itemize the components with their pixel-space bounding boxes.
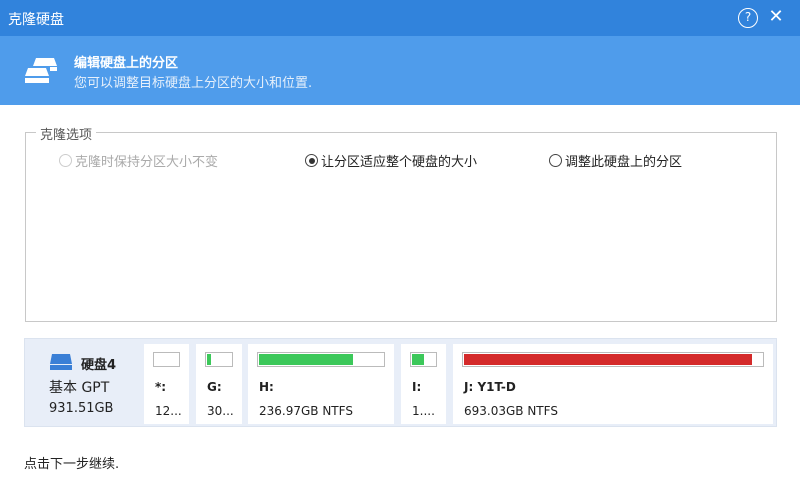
partition-size: 236.97GB NTFS bbox=[259, 404, 353, 418]
partition-size: 1.... bbox=[412, 404, 435, 418]
radio-circle bbox=[59, 154, 72, 167]
radio-adjust-partitions[interactable]: 调整此硬盘上的分区 bbox=[549, 151, 682, 170]
radio-label: 调整此硬盘上的分区 bbox=[565, 155, 683, 170]
footer-hint: 点击下一步继续. bbox=[24, 457, 120, 472]
usage-bar bbox=[205, 352, 233, 367]
partition-size: 30... bbox=[207, 404, 234, 418]
partition-label: G: bbox=[207, 380, 222, 394]
partition-g[interactable]: G: 30... bbox=[196, 344, 242, 424]
radio-circle bbox=[305, 154, 318, 167]
partition-size: 693.03GB NTFS bbox=[464, 404, 558, 418]
partition-star[interactable]: *: 12... bbox=[144, 344, 189, 424]
disks-icon bbox=[25, 58, 57, 83]
partition-i[interactable]: I: 1.... bbox=[401, 344, 446, 424]
radio-fit-disk[interactable]: 让分区适应整个硬盘的大小 bbox=[305, 151, 477, 170]
window-title: 克隆硬盘 bbox=[8, 12, 64, 28]
usage-fill bbox=[464, 354, 752, 365]
partition-j[interactable]: J: Y1T-D 693.03GB NTFS bbox=[453, 344, 773, 424]
header-band: 编辑硬盘上的分区 您可以调整目标硬盘上分区的大小和位置. bbox=[0, 36, 800, 105]
disk-type: 基本 GPT bbox=[49, 380, 110, 396]
disk-size: 931.51GB bbox=[49, 401, 114, 416]
usage-bar bbox=[462, 352, 764, 367]
partition-h[interactable]: H: 236.97GB NTFS bbox=[248, 344, 394, 424]
radio-keep-size[interactable]: 克隆时保持分区大小不变 bbox=[59, 151, 218, 170]
partition-label: *: bbox=[155, 380, 167, 394]
group-legend: 克隆选项 bbox=[36, 124, 97, 143]
disk-info[interactable]: 硬盘4 基本 GPT 931.51GB bbox=[25, 339, 142, 426]
partition-label: I: bbox=[412, 380, 422, 394]
close-button[interactable]: ✕ bbox=[766, 8, 786, 28]
usage-bar bbox=[410, 352, 437, 367]
header-title: 编辑硬盘上的分区 bbox=[74, 56, 179, 71]
usage-fill bbox=[412, 354, 424, 365]
usage-bar bbox=[257, 352, 385, 367]
disk-name: 硬盘4 bbox=[81, 358, 117, 373]
disk-map: 硬盘4 基本 GPT 931.51GB *: 12... G: 30... H: 23… bbox=[24, 338, 777, 427]
usage-fill bbox=[207, 354, 211, 365]
hard-disk-icon bbox=[50, 354, 72, 370]
clone-options-group: 克隆选项 克隆时保持分区大小不变 让分区适应整个硬盘的大小 调整此硬盘上的分区 bbox=[25, 124, 777, 322]
radio-label: 克隆时保持分区大小不变 bbox=[75, 155, 219, 170]
radio-circle bbox=[549, 154, 562, 167]
usage-bar bbox=[153, 352, 180, 367]
radio-label: 让分区适应整个硬盘的大小 bbox=[321, 155, 478, 170]
help-button[interactable]: ? bbox=[738, 8, 758, 28]
partition-label: H: bbox=[259, 380, 274, 394]
partition-size: 12... bbox=[155, 404, 182, 418]
usage-fill bbox=[259, 354, 354, 365]
header-subtitle: 您可以调整目标硬盘上分区的大小和位置. bbox=[74, 76, 313, 91]
title-bar: 克隆硬盘 ? ✕ bbox=[0, 0, 800, 36]
partition-label: J: Y1T-D bbox=[464, 380, 516, 394]
